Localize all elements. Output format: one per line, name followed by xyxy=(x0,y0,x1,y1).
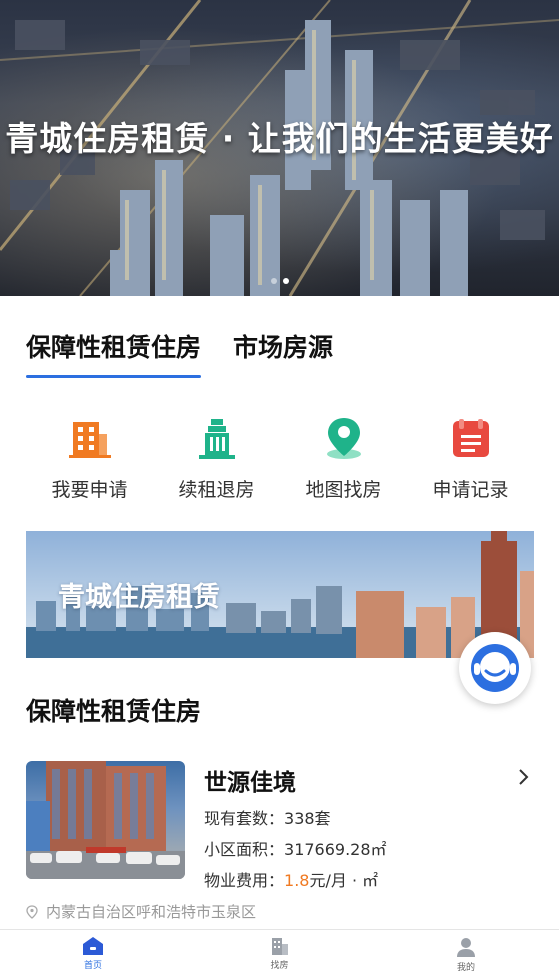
skyscraper-icon xyxy=(194,415,240,461)
apply-button[interactable]: 我要申请 xyxy=(26,415,153,502)
units-value: 338套 xyxy=(284,809,331,828)
area-label: 小区面积： xyxy=(204,840,285,859)
map-search-label: 地图找房 xyxy=(305,479,382,501)
nav-find-house-label: 找房 xyxy=(270,961,289,971)
promo-banner-title: 青城住房租赁 xyxy=(58,582,220,613)
listing-area: 小区面积：317669.28㎡ xyxy=(204,836,387,860)
listing-units: 现有套数：338套 xyxy=(204,805,331,829)
units-label: 现有套数： xyxy=(204,809,285,828)
nav-find-house[interactable]: 找房 xyxy=(245,930,315,975)
user-icon xyxy=(457,938,475,957)
fee-unit: 元/月 · ㎡ xyxy=(309,871,379,890)
tab-market-listings[interactable]: 市场房源 xyxy=(233,328,333,378)
find-house-icon xyxy=(271,938,288,955)
map-search-button[interactable]: 地图找房 xyxy=(280,415,407,502)
customer-service-button[interactable] xyxy=(459,632,531,704)
listing-name: 世源佳境 xyxy=(204,770,296,796)
application-records-button[interactable]: 申请记录 xyxy=(407,415,534,502)
renew-checkout-label: 续租退房 xyxy=(178,479,255,501)
listing-photo xyxy=(26,761,185,879)
nav-home[interactable]: 首页 xyxy=(58,930,128,975)
location-icon xyxy=(26,904,38,919)
listing-fee: 物业费用：1.8元/月 · ㎡ xyxy=(204,867,378,891)
chevron-right-icon[interactable] xyxy=(516,767,532,787)
nav-home-label: 首页 xyxy=(83,961,102,971)
carousel-dot-active[interactable] xyxy=(282,278,289,284)
category-tabs: 保障性租赁住房 市场房源 xyxy=(26,328,333,378)
section-title: 保障性租赁住房 xyxy=(26,697,202,726)
carousel-dots xyxy=(0,278,559,284)
promo-banner[interactable]: 青城住房租赁 xyxy=(26,531,534,658)
renew-checkout-button[interactable]: 续租退房 xyxy=(153,415,280,502)
quick-actions: 我要申请 续租退房 地图找房 申请记录 xyxy=(26,415,534,502)
nav-profile[interactable]: 我的 xyxy=(431,930,501,975)
listing-card[interactable]: 世源佳境 现有套数：338套 小区面积：317669.28㎡ 物业费用：1.8元… xyxy=(26,761,534,921)
fee-value: 1.8 xyxy=(284,871,310,890)
hero-banner[interactable]: 青城住房租赁 · 让我们的生活更美好 xyxy=(0,0,559,296)
area-value: 317669.28㎡ xyxy=(284,840,387,859)
home-icon xyxy=(83,937,103,955)
hero-title: 青城住房租赁 · 让我们的生活更美好 xyxy=(5,119,554,158)
apply-label: 我要申请 xyxy=(51,479,128,501)
carousel-dot[interactable] xyxy=(270,278,277,284)
fee-label: 物业费用： xyxy=(204,871,285,890)
listing-address: 内蒙古自治区呼和浩特市玉泉区 xyxy=(26,901,256,922)
customer-service-icon xyxy=(471,644,519,692)
address-text: 内蒙古自治区呼和浩特市玉泉区 xyxy=(46,903,257,921)
building-icon xyxy=(67,415,113,461)
nav-profile-label: 我的 xyxy=(456,963,475,973)
record-icon xyxy=(448,415,494,461)
tab-affordable-rental[interactable]: 保障性租赁住房 xyxy=(26,328,202,378)
application-records-label: 申请记录 xyxy=(432,479,509,501)
map-pin-icon xyxy=(321,415,367,461)
bottom-nav: 首页 找房 我的 xyxy=(0,929,559,975)
